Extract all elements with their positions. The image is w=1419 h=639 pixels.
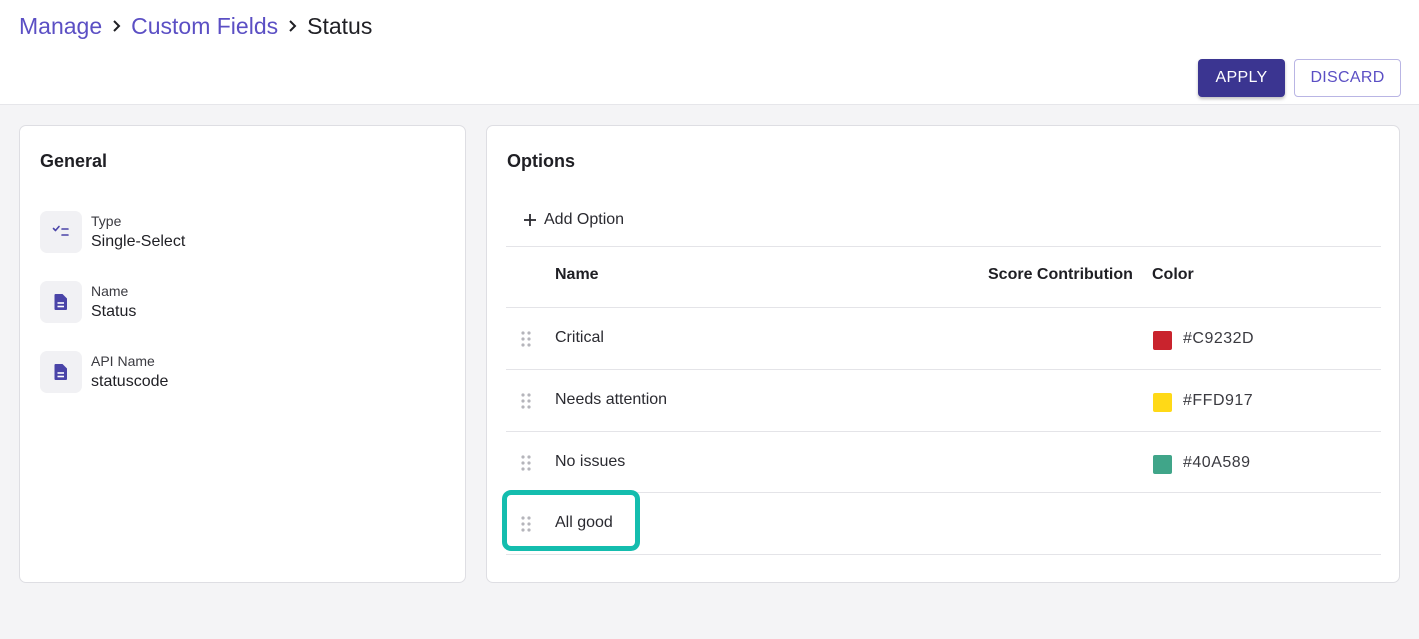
breadcrumb: Manage Custom Fields Status xyxy=(19,12,372,40)
property-value: Single-Select xyxy=(91,232,186,250)
options-card: Options Add Option Name Score Contributi… xyxy=(486,125,1400,583)
color-hex: #C9232D xyxy=(1183,330,1255,347)
breadcrumb-manage-link[interactable]: Manage xyxy=(19,13,102,40)
property-api-name: API Name statuscode xyxy=(40,351,168,393)
color-swatch[interactable] xyxy=(1153,331,1172,350)
option-name[interactable]: No issues xyxy=(555,451,625,473)
property-value: Status xyxy=(91,302,137,320)
property-name: Name Status xyxy=(40,281,136,323)
table-row[interactable]: All good xyxy=(506,493,1381,554)
general-title: General xyxy=(40,151,108,171)
color-swatch[interactable] xyxy=(1153,455,1172,474)
property-type: Type Single-Select xyxy=(40,211,185,253)
color-hex: #40A589 xyxy=(1183,454,1251,471)
discard-button[interactable]: DISCARD xyxy=(1294,59,1401,97)
color-hex: #FFD917 xyxy=(1183,392,1254,409)
chevron-right-icon xyxy=(287,19,298,33)
divider xyxy=(506,554,1381,555)
options-title: Options xyxy=(507,151,575,171)
option-name[interactable]: All good xyxy=(555,512,613,534)
property-label: Name xyxy=(91,282,129,299)
drag-handle-icon[interactable] xyxy=(520,392,532,410)
divider xyxy=(506,246,1381,247)
general-card: General Type Single-Select Name Status A… xyxy=(19,125,466,583)
column-header-color: Color xyxy=(1152,266,1194,283)
add-option-label: Add Option xyxy=(544,211,625,228)
table-row[interactable]: Critical #C9232D xyxy=(506,308,1381,369)
apply-button[interactable]: APPLY xyxy=(1198,59,1285,97)
document-icon xyxy=(40,351,82,393)
drag-handle-icon[interactable] xyxy=(520,515,532,533)
drag-handle-icon[interactable] xyxy=(520,330,532,348)
table-row[interactable]: No issues #40A589 xyxy=(506,432,1381,493)
option-name[interactable]: Needs attention xyxy=(555,389,667,411)
color-swatch[interactable] xyxy=(1153,393,1172,412)
plus-icon xyxy=(523,213,537,227)
document-icon xyxy=(40,281,82,323)
option-name[interactable]: Critical xyxy=(555,327,604,349)
column-header-name: Name xyxy=(555,266,599,283)
top-bar: Manage Custom Fields Status APPLY DISCAR… xyxy=(0,0,1419,105)
property-label: API Name xyxy=(91,352,155,369)
drag-handle-icon[interactable] xyxy=(520,454,532,472)
breadcrumb-current-page: Status xyxy=(307,12,373,39)
column-header-score: Score Contribution xyxy=(988,266,1133,283)
breadcrumb-custom-fields-link[interactable]: Custom Fields xyxy=(131,13,278,40)
table-row[interactable]: Needs attention #FFD917 xyxy=(506,370,1381,431)
add-option-button[interactable]: Add Option xyxy=(523,209,624,231)
property-label: Type xyxy=(91,212,122,229)
checklist-icon xyxy=(40,211,82,253)
chevron-right-icon xyxy=(111,19,122,33)
property-value: statuscode xyxy=(91,372,169,390)
